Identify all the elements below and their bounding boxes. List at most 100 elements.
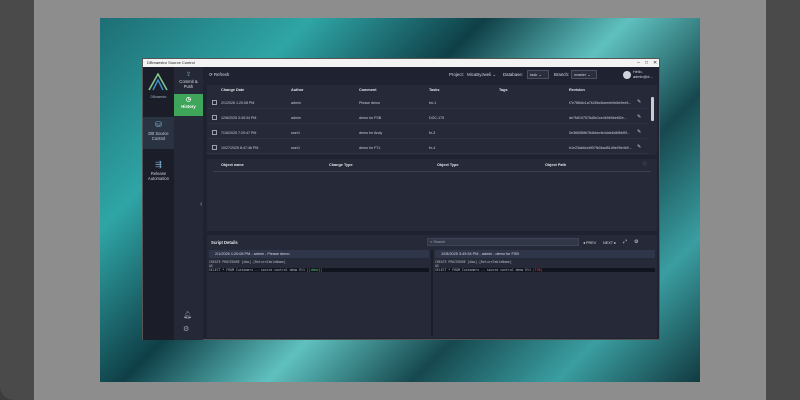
cell-date: 12/8/2025 3:49:34 PM: [221, 116, 257, 120]
removed-text: [FSB]: [532, 268, 543, 272]
sub-item-label: Commit & Push: [179, 79, 198, 89]
cell-date: 10/27/2025 8:47:46 PM: [221, 146, 259, 150]
col-object-path: Object Path: [545, 163, 567, 167]
col-object-type: Object Type: [437, 163, 459, 167]
sub-nav: ⇪ Commit & Push ◷ History: [174, 67, 203, 340]
row-checkbox[interactable]: [212, 130, 217, 135]
expand-icon[interactable]: ⤢: [623, 239, 627, 245]
edit-icon[interactable]: ✎: [637, 129, 641, 135]
bezel-left: [0, 0, 34, 400]
user-menu[interactable]: Hello, admin@dbmaestro.com: [633, 70, 655, 80]
nav-item-label: Release Automation: [147, 171, 170, 181]
release-flow-icon: ⇶: [155, 160, 162, 169]
next-label: NEXT: [603, 241, 614, 245]
next-button[interactable]: NEXT ▸: [603, 240, 616, 245]
history-icon: ◷: [185, 97, 192, 103]
left-script-code: CREATE PROCEDURE [dbo].[ReturnTableName]…: [209, 260, 429, 272]
col-tasks: Tasks: [429, 88, 440, 92]
code-line-highlight: SELECT * FROM Customers -- source contro…: [209, 268, 429, 272]
gear-icon[interactable]: ⚙: [183, 325, 189, 333]
refresh-button[interactable]: ⟳ Refresh: [209, 72, 229, 78]
search-placeholder: Search: [433, 240, 446, 244]
row-checkbox[interactable]: [212, 115, 217, 120]
edit-icon[interactable]: ✎: [637, 114, 641, 120]
edit-icon[interactable]: ✎: [637, 144, 641, 150]
branch-value: master: [574, 72, 587, 77]
database-value: task: [530, 72, 538, 77]
cell-author: user1: [291, 146, 300, 150]
cell-date: 2/1/2026 1:20:08 PM: [221, 101, 255, 105]
table-row[interactable]: 2/1/2026 1:20:08 PM admin Please demo tm…: [207, 97, 647, 109]
project-value: MicaByJweli: [467, 72, 492, 77]
diff-divider: [431, 250, 433, 336]
edit-icon[interactable]: ✎: [637, 99, 641, 105]
toolbar: ⟳ Refresh Project: MicaByJweli ⌄ Databas…: [205, 67, 659, 83]
col-change-date: Change Date: [221, 88, 245, 92]
refresh-label: Refresh: [213, 72, 230, 77]
cell-tasks: fn-3: [429, 131, 436, 135]
sub-item-history[interactable]: ◷ History: [174, 94, 203, 116]
col-author: Author: [291, 88, 304, 92]
main-content: ⟳ Refresh Project: MicaByJweli ⌄ Databas…: [205, 67, 659, 340]
collapse-chevron-icon[interactable]: ‹: [200, 201, 202, 208]
right-script-code: CREATE PROCEDURE [dbo].[ReturnTableName]…: [435, 260, 655, 272]
minimize-icon[interactable]: –: [637, 59, 640, 67]
objects-panel: Object name Change Type Object Type Obje…: [207, 159, 657, 231]
frame-left: [34, 18, 100, 382]
settings-icon[interactable]: ⚙: [634, 239, 638, 245]
prev-button[interactable]: ◂ PREV: [583, 240, 596, 245]
row-checkbox[interactable]: [212, 100, 217, 105]
bezel-right: [766, 0, 800, 400]
prev-label: PREV: [585, 241, 597, 245]
window-title: DBmaestro Source Control: [147, 60, 195, 65]
database-label: Database:: [503, 72, 524, 77]
table-row[interactable]: 7/16/2025 7:29:47 PM user1 demo for Andy…: [207, 127, 647, 139]
branch-select[interactable]: master ⌄: [571, 70, 597, 79]
main-nav: DBmaestro ⛁ DB Source Control ⇶ Release …: [143, 67, 174, 340]
right-script-header: 12/8/2025 3:49:34 PM - admin - demo for …: [435, 250, 655, 258]
screen-frame: DBmaestro Source Control – □ ✕ DBmaestro…: [0, 0, 800, 400]
project-select[interactable]: MicaByJweli ⌄: [467, 72, 496, 78]
script-search-input[interactable]: ⌕ Search: [427, 238, 579, 246]
branch-label: Branch:: [554, 72, 570, 77]
logo-text: DBmaestro: [150, 95, 167, 99]
sub-item-label: History: [181, 104, 196, 109]
row-checkbox[interactable]: [212, 145, 217, 150]
left-script-header: 2/1/2026 1:20:08 PM - admin - Please dem…: [209, 250, 429, 258]
cell-tasks: fn-4: [429, 146, 436, 150]
cell-revision: de7fdf197576d5e1ce4b9b9be6f2e...: [569, 116, 627, 120]
history-scrollbar[interactable]: [651, 97, 654, 121]
script-details-panel: Script Details ⌕ Search ◂ PREV NEXT ▸ ⤢ …: [207, 235, 657, 338]
added-text: [[demo]]: [306, 268, 323, 272]
code-line-highlight: SELECT * FROM Customers -- source contro…: [435, 268, 655, 272]
cell-comment: demo for FSB: [359, 116, 382, 120]
bezel-bottom: [34, 382, 766, 400]
project-label: Project:: [449, 72, 464, 77]
cell-comment: demo for Andy: [359, 131, 383, 135]
col-revision: Revision: [569, 88, 585, 92]
table-row[interactable]: 10/27/2025 8:47:46 PM user1 demo for FTL…: [207, 142, 647, 154]
cell-tasks: DOC-175: [429, 116, 445, 120]
script-details-title: Script Details: [211, 240, 238, 245]
cell-revision: 0e3665f6fb784bbecfe4dde6d6f6bf9f...: [569, 131, 630, 135]
database-select[interactable]: task ⌄: [527, 70, 549, 79]
search-icon: ⌕: [430, 240, 433, 244]
nav-item-release-automation[interactable]: ⇶ Release Automation: [143, 157, 174, 189]
cell-date: 7/16/2025 7:29:47 PM: [221, 131, 257, 135]
cell-revision: b1e23ab6ce6f07fb0bad51d9e09e4b9...: [569, 146, 632, 150]
cell-comment: demo for FTL: [359, 146, 381, 150]
bell-icon[interactable]: 🔔︎: [183, 311, 192, 319]
avatar[interactable]: [623, 71, 631, 79]
commit-icon: ⇪: [185, 72, 192, 78]
close-icon[interactable]: ✕: [653, 59, 657, 67]
title-bar: DBmaestro Source Control – □ ✕: [143, 59, 659, 67]
table-row[interactable]: 12/8/2025 3:49:34 PM admin demo for FSB …: [207, 112, 647, 124]
sub-item-commit-push[interactable]: ⇪ Commit & Push: [174, 70, 203, 92]
maximize-icon[interactable]: □: [645, 59, 648, 67]
cell-revision: f7e7f8b6c1a7b28bc6ceeeb9e8e9ee5...: [569, 101, 632, 105]
info-icon[interactable]: ⓘ: [643, 162, 647, 167]
database-branch-icon: ⛁: [155, 120, 162, 129]
nav-item-label: DB Source Control: [148, 131, 169, 141]
history-header: Change Date Author Comment Tasks Tags Re…: [207, 85, 647, 95]
nav-item-db-source-control[interactable]: ⛁ DB Source Control: [143, 117, 174, 149]
